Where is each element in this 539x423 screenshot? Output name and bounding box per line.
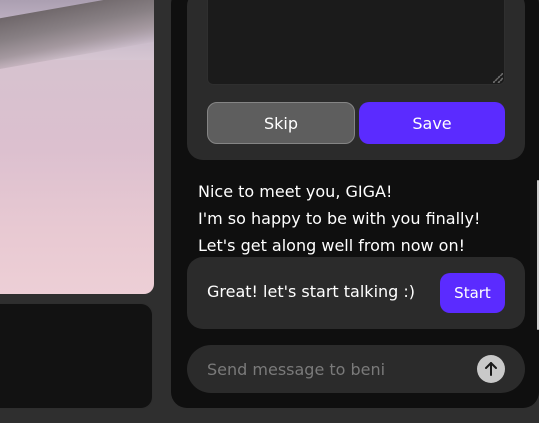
character-image bbox=[0, 0, 154, 294]
bot-message-line: I'm so happy to be with you finally! bbox=[198, 209, 481, 228]
suggestion-text: Great! let's start talking :) bbox=[207, 282, 416, 301]
resize-grip-icon[interactable] bbox=[493, 73, 503, 83]
save-button[interactable]: Save bbox=[359, 102, 505, 144]
arrow-up-icon bbox=[485, 362, 497, 376]
bot-message-line: Nice to meet you, GIGA! bbox=[198, 182, 393, 201]
left-bottom-panel bbox=[0, 303, 153, 409]
bot-message: Nice to meet you, GIGA! I'm so happy to … bbox=[198, 178, 518, 259]
send-button[interactable] bbox=[477, 355, 505, 383]
start-button[interactable]: Start bbox=[440, 273, 505, 313]
bot-message-line: Let's get along well from now on! bbox=[198, 236, 466, 255]
skip-button[interactable]: Skip bbox=[207, 102, 355, 144]
profile-textarea[interactable] bbox=[207, 0, 505, 85]
message-input[interactable] bbox=[207, 357, 467, 381]
